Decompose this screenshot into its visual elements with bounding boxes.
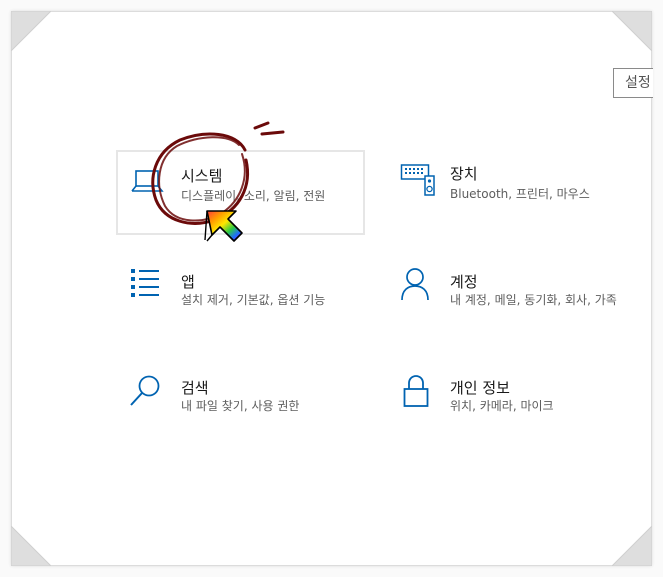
tile-search[interactable]: 검색 내 파일 찾기, 사용 권한	[116, 364, 365, 444]
corner-mount-top-right	[612, 11, 652, 51]
corner-mount-bottom-left	[11, 526, 51, 566]
tile-title: 계정	[450, 273, 478, 291]
tile-system[interactable]: 시스템 디스플레이, 소리, 알림, 전원	[116, 150, 365, 235]
tile-description: 설치 제거, 기본값, 옵션 기능	[181, 293, 326, 307]
keyboard-speaker-icon	[400, 164, 435, 196]
tile-title: 검색	[181, 379, 209, 397]
settings-window-tab[interactable]: 설정	[613, 68, 653, 98]
corner-mount-bottom-right	[612, 526, 652, 566]
corner-mount-top-left	[11, 11, 51, 51]
app-list-icon	[131, 269, 159, 297]
tile-accounts[interactable]: 계정 내 계정, 메일, 동기화, 회사, 가족	[390, 258, 630, 338]
tile-description: Bluetooth, 프린터, 마우스	[450, 187, 590, 201]
person-icon	[401, 268, 429, 301]
screenshot-stage: 설정 시스템 디스플레이, 소리, 알림, 전원 장치 Bluetooth, 프…	[0, 0, 663, 577]
tile-title: 개인 정보	[450, 379, 510, 397]
tile-description: 내 계정, 메일, 동기화, 회사, 가족	[450, 293, 617, 307]
search-icon	[130, 375, 160, 406]
tile-privacy[interactable]: 개인 정보 위치, 카메라, 마이크	[390, 364, 630, 444]
tile-apps[interactable]: 앱 설치 제거, 기본값, 옵션 기능	[116, 258, 365, 338]
tile-devices[interactable]: 장치 Bluetooth, 프린터, 마우스	[390, 150, 630, 235]
tile-title: 장치	[450, 165, 478, 183]
tile-description: 디스플레이, 소리, 알림, 전원	[181, 189, 326, 203]
tile-title: 시스템	[181, 167, 223, 185]
laptop-icon	[131, 170, 164, 192]
tile-description: 내 파일 찾기, 사용 권한	[181, 399, 300, 413]
lock-icon	[403, 375, 429, 407]
tile-description: 위치, 카메라, 마이크	[450, 399, 554, 413]
tile-title: 앱	[181, 273, 195, 291]
